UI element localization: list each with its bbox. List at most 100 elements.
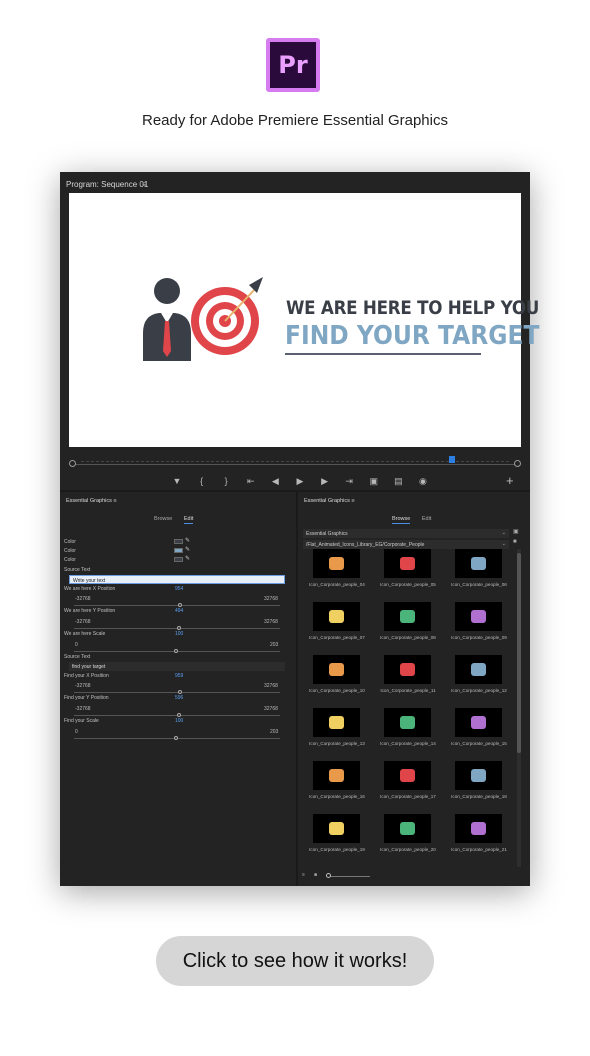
corporate-people-icon [400, 557, 415, 570]
color-label: Color [64, 548, 76, 554]
marker-icon[interactable]: ▼ [170, 476, 184, 486]
template-thumbnail [384, 761, 431, 790]
timeline-scrubber[interactable] [69, 456, 521, 468]
template-item[interactable]: Icon_Corporate_people_17 [373, 761, 443, 813]
tab-browse[interactable]: Browse [154, 516, 172, 522]
template-thumbnail [384, 655, 431, 684]
template-item[interactable]: Icon_Corporate_people_08 [373, 602, 443, 654]
grid-scrollbar[interactable] [517, 549, 521, 867]
template-item[interactable]: Icon_Corporate_people_11 [373, 655, 443, 707]
slider-knob[interactable] [174, 736, 178, 740]
go-to-in-icon[interactable]: ⇤ [244, 476, 258, 487]
folder-icon[interactable]: ■ [513, 539, 517, 545]
slider-knob[interactable] [178, 690, 182, 694]
mark-in-icon[interactable]: { [195, 476, 209, 486]
template-item[interactable]: Icon_Corporate_people_07 [302, 602, 372, 654]
template-thumbnail [384, 602, 431, 631]
corporate-people-icon [471, 769, 486, 782]
slider-max: 203 [270, 729, 279, 735]
color-swatch[interactable] [174, 539, 183, 544]
list-view-icon[interactable]: ≡ [302, 872, 305, 878]
time-ruler [81, 456, 509, 462]
eyedropper-icon[interactable]: ✎ [185, 546, 190, 553]
tab-edit[interactable]: Edit [422, 516, 431, 522]
bottom-toolbar: ≡ ■ [302, 872, 422, 880]
new-folder-icon[interactable]: ▣ [513, 528, 519, 535]
tab-edit[interactable]: Edit [183, 516, 194, 524]
template-label: Icon_Corporate_people_06 [451, 582, 507, 587]
how-it-works-button[interactable]: Click to see how it works! [156, 936, 434, 986]
template-item[interactable]: Icon_Corporate_people_21 [444, 814, 514, 866]
eyedropper-icon[interactable]: ✎ [185, 555, 190, 562]
scale-slider[interactable] [74, 736, 280, 740]
program-viewer[interactable]: WE ARE HERE TO HELP YOU FIND YOUR TARGET [69, 193, 539, 447]
template-thumbnail [313, 814, 360, 843]
lift-icon[interactable]: ▣ [367, 476, 381, 487]
template-item[interactable]: Icon_Corporate_people_16 [302, 761, 372, 813]
tab-browse[interactable]: Browse [392, 516, 411, 524]
template-label: Icon_Corporate_people_21 [451, 847, 507, 852]
template-item[interactable]: Icon_Corporate_people_13 [302, 708, 372, 760]
template-label: Icon_Corporate_people_16 [309, 794, 365, 799]
path-select[interactable]: /Flat_Animated_Icons_Library_EG/Corporat… [303, 540, 509, 549]
template-item[interactable]: Icon_Corporate_people_09 [444, 602, 514, 654]
x-position-slider[interactable] [74, 690, 280, 694]
template-item[interactable]: Icon_Corporate_people_12 [444, 655, 514, 707]
hamburger-icon[interactable]: ≡ [142, 180, 147, 189]
template-item[interactable]: Icon_Corporate_people_10 [302, 655, 372, 707]
slider-knob[interactable] [174, 649, 178, 653]
step-forward-icon[interactable]: ▶ [318, 476, 332, 487]
zoom-slider[interactable] [328, 876, 370, 877]
zoom-start-handle[interactable] [69, 460, 76, 467]
y-position-slider[interactable] [74, 713, 280, 717]
play-icon[interactable]: ▶ [293, 476, 307, 487]
y-position-slider[interactable] [74, 626, 280, 630]
template-thumbnail [384, 549, 431, 578]
camera-icon[interactable]: ◉ [416, 476, 430, 487]
zoom-end-handle[interactable] [514, 460, 521, 467]
template-item[interactable]: Icon_Corporate_people_04 [302, 549, 372, 601]
slider-knob[interactable] [177, 713, 181, 717]
x-position-value[interactable]: 954 [175, 586, 183, 592]
color-swatch[interactable] [174, 557, 183, 562]
corporate-people-icon [400, 769, 415, 782]
scale-value[interactable]: 100 [175, 718, 183, 724]
premiere-window: Program: Sequence 01 ≡ WE ARE HERE TO HE… [60, 172, 539, 886]
template-label: Icon_Corporate_people_15 [451, 741, 507, 746]
icon-view-icon[interactable]: ■ [314, 872, 317, 878]
template-item[interactable]: Icon_Corporate_people_05 [373, 549, 443, 601]
template-item[interactable]: Icon_Corporate_people_20 [373, 814, 443, 866]
scrollbar-thumb[interactable] [517, 553, 521, 753]
x-position-slider[interactable] [74, 603, 280, 607]
template-item[interactable]: Icon_Corporate_people_14 [373, 708, 443, 760]
source-text-input[interactable]: find your target [69, 662, 285, 671]
template-item[interactable]: Icon_Corporate_people_06 [444, 549, 514, 601]
template-item[interactable]: Icon_Corporate_people_19 [302, 814, 372, 866]
go-to-out-icon[interactable]: ⇥ [342, 476, 356, 487]
zoom-bar [73, 464, 517, 465]
y-position-value[interactable]: 494 [175, 608, 183, 614]
template-item[interactable]: Icon_Corporate_people_15 [444, 708, 514, 760]
source-text-input[interactable]: Write your text [69, 575, 285, 584]
premiere-logo: Pr [266, 38, 320, 92]
y-position-value[interactable]: 596 [175, 695, 183, 701]
playhead[interactable] [449, 456, 455, 463]
template-item[interactable]: Icon_Corporate_people_18 [444, 761, 514, 813]
eyedropper-icon[interactable]: ✎ [185, 537, 190, 544]
step-back-icon[interactable]: ◀ [268, 476, 282, 487]
scale-value[interactable]: 100 [175, 631, 183, 637]
color-swatch[interactable] [174, 548, 183, 553]
zoom-knob[interactable] [326, 873, 331, 878]
scale-slider[interactable] [74, 649, 280, 653]
slider-knob[interactable] [177, 626, 181, 630]
corporate-people-icon [329, 610, 344, 623]
template-grid: Icon_Corporate_people_04 Icon_Corporate_p… [302, 549, 516, 867]
slider-knob[interactable] [178, 603, 182, 607]
chevron-down-icon: ⌄ [501, 541, 506, 547]
add-button[interactable]: + [506, 473, 514, 488]
library-select[interactable]: Essential Graphics ⌄ [303, 529, 509, 538]
mark-out-icon[interactable]: } [219, 476, 233, 486]
extract-icon[interactable]: ▤ [391, 476, 405, 487]
x-position-value[interactable]: 959 [175, 673, 183, 679]
template-thumbnail [384, 814, 431, 843]
